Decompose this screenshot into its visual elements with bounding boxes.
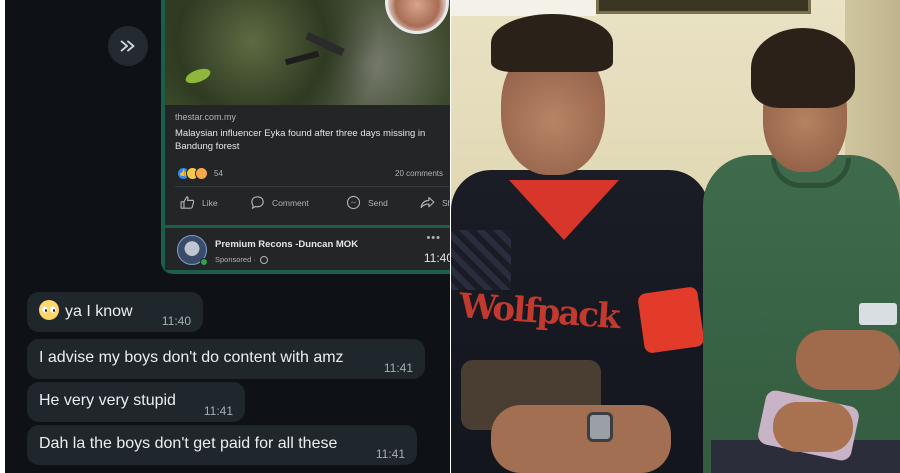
- message-bubble[interactable]: He very very stupid 11:41: [27, 382, 245, 422]
- send-button[interactable]: Send: [345, 194, 388, 211]
- like-button[interactable]: Like: [179, 194, 218, 211]
- message-time: 11:41: [383, 361, 413, 375]
- forward-icon: [120, 40, 135, 52]
- sponsor-avatar: [177, 235, 208, 266]
- photo-two-men: Wolfpack: [451, 0, 900, 473]
- forward-button[interactable]: [108, 26, 148, 66]
- jersey-pattern: [451, 230, 511, 290]
- message-time: 11:40: [423, 251, 450, 265]
- comment-count[interactable]: 20 comments: [395, 169, 443, 178]
- message-time: 11:41: [203, 404, 233, 418]
- more-options-icon[interactable]: •••: [426, 232, 441, 244]
- comment-icon: [251, 196, 264, 210]
- message-bubble[interactable]: ya I know 11:40: [27, 292, 203, 332]
- messenger-icon: [346, 195, 361, 210]
- man-right-hair: [751, 28, 855, 108]
- thumbs-up-icon: [180, 196, 195, 209]
- post-actions: Like Comment Send Sh: [179, 194, 450, 214]
- chat-screenshot: thestar.com.my Malaysian influencer Eyka…: [5, 0, 450, 473]
- reaction-count: 54: [214, 168, 223, 178]
- like-label: Like: [202, 197, 218, 208]
- message-bubble[interactable]: I advise my boys don't do content with a…: [27, 339, 425, 379]
- share-button[interactable]: Sh: [419, 194, 450, 211]
- sponsored-label: Sponsored ·: [215, 255, 268, 264]
- shared-facebook-post[interactable]: thestar.com.my Malaysian influencer Eyka…: [161, 0, 450, 274]
- message-text: Dah la the boys don't get paid for all t…: [39, 435, 338, 452]
- inset-portrait: [385, 0, 449, 34]
- man-left-hair: [491, 14, 613, 72]
- pleading-face-emoji-icon: [39, 300, 59, 320]
- share-label: Sh: [442, 197, 450, 208]
- message-text: He very very stupid: [39, 392, 176, 409]
- reactions-row: 👍 54 20 comments 6 s: [177, 165, 450, 181]
- link-preview[interactable]: thestar.com.my Malaysian influencer Eyka…: [175, 112, 447, 153]
- link-headline: Malaysian influencer Eyka found after th…: [175, 128, 426, 152]
- comment-label: Comment: [272, 197, 309, 208]
- message-text: I advise my boys don't do content with a…: [39, 349, 344, 366]
- online-dot-icon: [200, 258, 208, 266]
- wristwatch: [587, 412, 613, 442]
- sponsor-name: Premium Recons -Duncan MOK: [215, 239, 359, 250]
- share-icon: [420, 196, 435, 209]
- post-photo: [165, 0, 450, 105]
- paper: [859, 303, 897, 325]
- comment-button[interactable]: Comment: [249, 194, 309, 211]
- link-domain: thestar.com.my: [175, 112, 237, 122]
- message-time: 11:41: [375, 447, 405, 461]
- picture-frame: [596, 0, 811, 14]
- message-bubble[interactable]: Dah la the boys don't get paid for all t…: [27, 425, 417, 465]
- wow-reaction-icon: [195, 166, 208, 180]
- sponsored-row[interactable]: Premium Recons -Duncan MOK Sponsored · •…: [165, 228, 450, 270]
- man-right-hands: [773, 402, 853, 452]
- send-label: Send: [368, 197, 388, 208]
- globe-icon: [259, 255, 268, 264]
- message-time: 11:40: [161, 314, 191, 328]
- divider: [175, 186, 450, 187]
- wall-shelf: [451, 0, 596, 16]
- man-right-arm: [796, 330, 900, 390]
- message-text: ya I know: [65, 303, 133, 321]
- man-left-hands: [491, 405, 671, 473]
- fb-post: thestar.com.my Malaysian influencer Eyka…: [165, 0, 450, 225]
